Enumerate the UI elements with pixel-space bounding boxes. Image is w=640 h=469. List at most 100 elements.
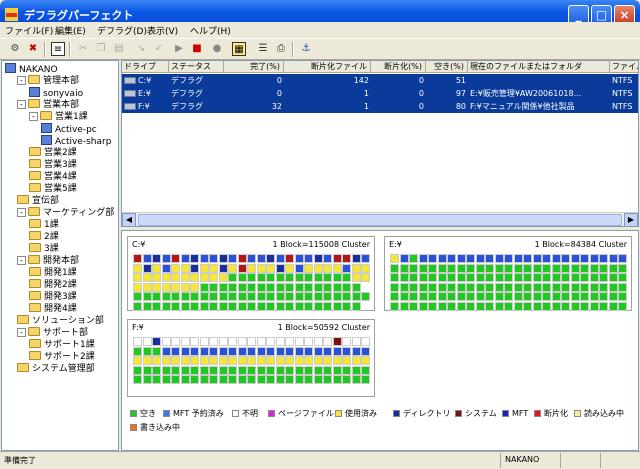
tree-item[interactable]: 1課 xyxy=(29,219,59,231)
menu-view[interactable]: 表示(V) xyxy=(147,24,178,37)
copy-icon[interactable]: ❐ xyxy=(94,42,108,56)
scroll-left-button[interactable]: ◀ xyxy=(122,213,136,226)
check-icon[interactable]: ✓ xyxy=(152,42,166,56)
cluster-block xyxy=(447,254,456,263)
cluster-block xyxy=(513,282,523,292)
tree-item[interactable]: - 開発本部 xyxy=(17,255,79,267)
stop-icon[interactable]: ■ xyxy=(190,42,204,56)
tree-item-label: 営業5課 xyxy=(44,184,77,194)
tree-item[interactable]: - マーケティング部 xyxy=(17,207,114,219)
tree-item[interactable]: 開発1課 xyxy=(29,267,77,279)
cluster-block xyxy=(313,346,323,356)
tree-item[interactable]: - 営業1課 xyxy=(29,111,88,123)
cluster-block xyxy=(171,282,180,292)
tree-expander[interactable]: - xyxy=(17,208,26,217)
cluster-block xyxy=(266,263,275,273)
tree-item[interactable]: - サポート部 xyxy=(17,327,88,339)
cluster-block xyxy=(485,282,494,292)
tree-item[interactable]: 営業3課 xyxy=(29,159,77,171)
drive-row[interactable]: F:¥ デフラグ 32 1 0 80 F:¥マニュアル関係¥他社製品 NTFS xyxy=(122,100,638,113)
tree-item[interactable]: Active-sharp xyxy=(41,135,111,147)
play-icon[interactable]: ▶ xyxy=(172,42,186,56)
print-icon[interactable]: ⎙ xyxy=(274,42,288,56)
cluster-block xyxy=(256,292,266,301)
tree-item[interactable]: ソリューション部 xyxy=(17,315,104,327)
cluster-block xyxy=(218,254,228,263)
cluster-block xyxy=(161,365,171,375)
tree-expander[interactable]: - xyxy=(17,328,26,337)
legend-label: 読み込み中 xyxy=(584,409,624,418)
analyze-icon[interactable]: ↘ xyxy=(134,42,148,56)
horizontal-scrollbar[interactable]: ◀ ▶ xyxy=(122,212,638,226)
cluster-block xyxy=(342,337,351,346)
tree-item[interactable]: sonyvaio xyxy=(29,87,83,99)
tree-expander[interactable]: - xyxy=(17,100,26,109)
info-icon[interactable]: ⚓ xyxy=(299,42,313,56)
cluster-block xyxy=(618,301,627,311)
tree-item[interactable]: Active-pc xyxy=(41,123,97,135)
cluster-block xyxy=(399,254,409,263)
tree-item[interactable]: - 営業本部 xyxy=(17,99,79,111)
tree-expander[interactable]: - xyxy=(17,76,26,85)
tree-item[interactable]: 営業5課 xyxy=(29,183,77,195)
pause-icon[interactable]: ● xyxy=(210,42,224,56)
tree-item[interactable]: - 管理本部 xyxy=(17,75,79,87)
column-header[interactable]: 現在のファイルまたはフォルダ xyxy=(468,61,610,73)
tree-item[interactable]: システム管理部 xyxy=(17,363,95,375)
menu-file[interactable]: ファイル(F) xyxy=(5,24,53,37)
cluster-block xyxy=(342,375,351,384)
cluster-block xyxy=(332,346,342,356)
tree-expander[interactable]: - xyxy=(17,256,26,265)
column-header[interactable]: ファイル xyxy=(610,61,638,73)
disconnect-icon[interactable]: ✖ xyxy=(26,42,40,56)
network-tree: NAKANO - 管理本部 sonyvaio - 営業本部 - 営業1課 Active-pc Ac… xyxy=(1,60,119,451)
list-view-icon[interactable]: ≡ xyxy=(51,42,65,56)
settings-icon[interactable]: ☰ xyxy=(256,42,270,56)
cluster-block xyxy=(542,273,551,282)
tree-item[interactable]: 営業4課 xyxy=(29,171,77,183)
tree-item[interactable]: 営業2課 xyxy=(29,147,77,159)
tree-item[interactable]: 3課 xyxy=(29,243,59,255)
cluster-block xyxy=(342,346,351,356)
tree-item[interactable]: 開発2課 xyxy=(29,279,77,291)
cluster-block xyxy=(342,282,351,292)
tree-item[interactable]: サポート2課 xyxy=(29,351,95,363)
tree-item[interactable]: サポート1課 xyxy=(29,339,95,351)
scroll-thumb[interactable] xyxy=(138,214,622,226)
cluster-block xyxy=(332,292,342,301)
column-header[interactable]: 断片化(%) xyxy=(371,61,426,73)
folder-icon xyxy=(29,159,41,168)
tree-item[interactable]: 開発4課 xyxy=(29,303,77,315)
cluster-block xyxy=(133,263,142,273)
cluster-block xyxy=(332,356,342,365)
legend-label: ディレクトリ xyxy=(403,409,451,418)
column-header[interactable]: ステータス xyxy=(169,61,224,73)
tree-item[interactable]: 開発3課 xyxy=(29,291,77,303)
tree-expander[interactable]: - xyxy=(29,112,38,121)
tree-item[interactable]: 2課 xyxy=(29,231,59,243)
tree-item[interactable]: 宣伝部 xyxy=(17,195,59,207)
connect-icon[interactable]: ⚙ xyxy=(8,42,22,56)
cluster-block xyxy=(247,273,256,282)
tree-item[interactable]: NAKANO xyxy=(5,63,58,75)
cluster-block xyxy=(494,254,504,263)
cluster-block xyxy=(304,365,313,375)
legend-label: 使用済み xyxy=(345,409,377,418)
column-header[interactable]: 断片化ファイル xyxy=(284,61,371,73)
drive-row[interactable]: C:¥ デフラグ 0 142 0 51 NTFS xyxy=(122,74,638,87)
cluster-block xyxy=(266,337,275,346)
cluster-block xyxy=(294,292,304,301)
column-header[interactable]: 空き(%) xyxy=(426,61,468,73)
tree-item-label: システム管理部 xyxy=(32,364,95,374)
paste-icon[interactable]: ▤ xyxy=(112,42,126,56)
column-header[interactable]: 完了(%) xyxy=(224,61,284,73)
menu-defrag[interactable]: デフラグ(D) xyxy=(97,24,147,37)
menu-edit[interactable]: 編集(E) xyxy=(55,24,86,37)
cluster-block xyxy=(209,301,218,311)
drive-row[interactable]: E:¥ デフラグ 0 1 0 97 E:¥販売管理¥AW20061018... NTFS xyxy=(122,87,638,100)
menu-help[interactable]: ヘルプ(H) xyxy=(190,24,231,37)
schedule-icon[interactable]: ▦ xyxy=(232,42,246,56)
cut-icon[interactable]: ✂ xyxy=(76,42,90,56)
column-header[interactable]: ドライブ xyxy=(122,61,169,73)
scroll-right-button[interactable]: ▶ xyxy=(624,213,638,226)
